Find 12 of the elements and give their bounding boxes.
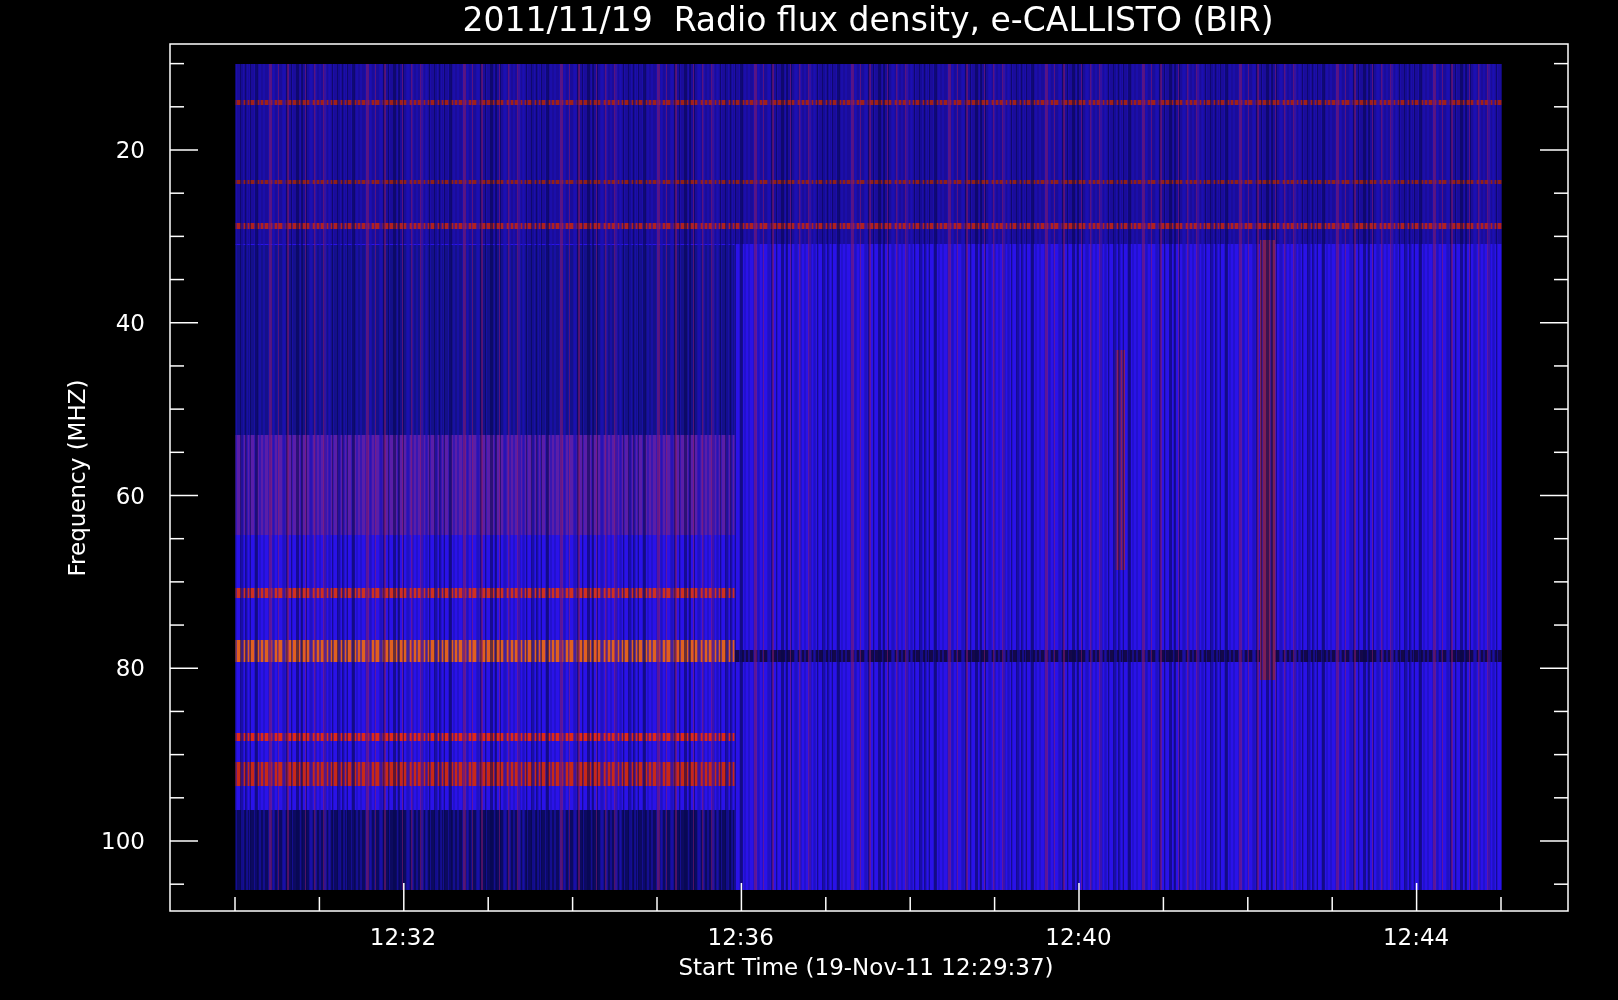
y-tick-label: 40 (115, 309, 145, 336)
y-tick-label: 60 (115, 482, 145, 509)
y-tick-label: 20 (115, 137, 145, 163)
chart-title: 2011/11/19 Radio flux density, e-CALLISTO (BIR) (462, 0, 1274, 39)
y-axis-label: Frequency (MHZ) (64, 379, 90, 577)
x-tick-label: 12:32 (369, 924, 437, 950)
x-tick-label: 12:44 (1382, 924, 1450, 950)
y-tick-label: 100 (101, 828, 145, 854)
y-tick-label: 80 (115, 655, 145, 682)
x-tick-label: 12:36 (707, 924, 774, 950)
x-tick-label: 12:40 (1045, 924, 1112, 950)
x-axis-label: Start Time (19-Nov-11 12:29:37) (678, 954, 1054, 980)
